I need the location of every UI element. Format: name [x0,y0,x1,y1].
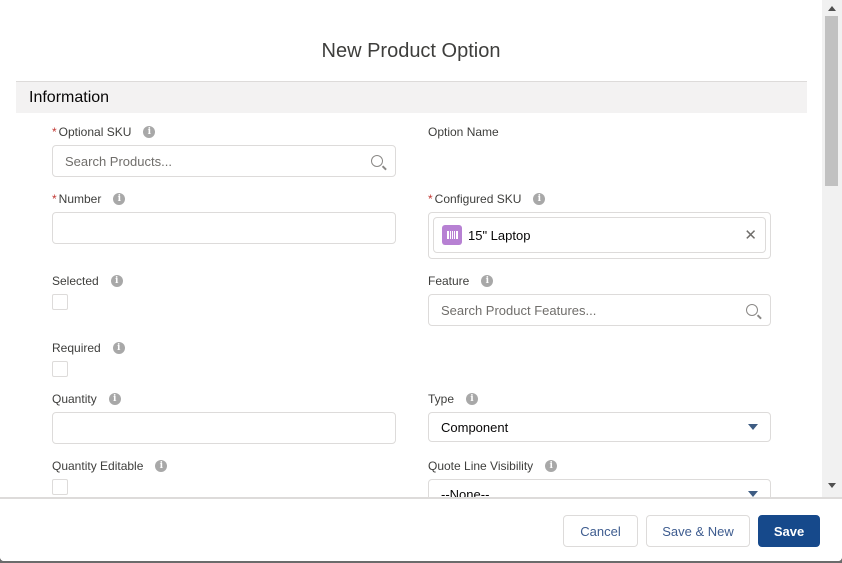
label-text: Selected [52,274,99,288]
close-icon[interactable]: ✕ [744,226,757,244]
optional-sku-label: * Optional SKU i [52,125,156,139]
info-icon[interactable]: i [143,126,156,138]
info-icon[interactable]: i [113,193,126,205]
label-text: Quantity Editable [52,459,144,473]
cancel-button[interactable]: Cancel [563,515,638,547]
required-label: Required i [52,341,125,355]
label-text: Quantity [52,392,97,406]
info-icon[interactable]: i [481,275,494,287]
scroll-up-icon[interactable] [828,6,836,11]
label-text: Quote Line Visibility [428,459,534,473]
number-label: * Number i [52,192,126,206]
modal-footer: Cancel Save & New Save [0,497,842,561]
quantity-editable-checkbox[interactable] [52,479,68,495]
info-icon[interactable]: i [155,460,168,472]
save-button[interactable]: Save [758,515,820,547]
modal-body: New Product Option Information * Optional… [0,0,822,497]
product-icon [442,225,462,245]
number-input[interactable] [52,212,396,244]
selected-value: --None-- [441,487,490,497]
search-icon [371,155,383,167]
new-product-option-modal: New Product Option Information * Optional… [0,0,842,561]
modal-title: New Product Option [321,40,501,62]
scrollbar-thumb[interactable] [825,16,838,186]
feature-label: Feature i [428,274,494,288]
required-checkbox[interactable] [52,361,68,377]
label-text: Required [52,341,101,355]
feature-search-input[interactable]: Search Product Features... [428,294,771,326]
type-label: Type i [428,392,479,406]
label-text: Type [428,392,455,406]
quantity-input[interactable] [52,412,396,444]
info-icon[interactable]: i [110,275,123,287]
placeholder: Search Products... [65,153,172,169]
selected-value: Component [441,419,509,435]
quote-line-visibility-select[interactable]: --None-- [428,479,771,497]
chevron-down-icon [748,424,758,430]
type-select[interactable]: Component [428,412,771,442]
option-name-label: Option Name [428,125,499,139]
label-text: Configured SKU [434,192,522,206]
quote-line-visibility-label: Quote Line Visibility i [428,459,558,473]
configured-sku-label: * Configured SKU i [428,192,546,206]
placeholder: Search Product Features... [441,302,597,318]
search-icon [746,304,758,316]
optional-sku-search-input[interactable]: Search Products... [52,145,396,177]
pill-label: 15" Laptop [468,227,531,243]
info-icon[interactable]: i [466,393,479,405]
selected-label: Selected i [52,274,123,288]
label-text: Feature [428,274,470,288]
section-header-information[interactable]: Information [16,82,807,113]
info-icon[interactable]: i [545,460,558,472]
info-icon[interactable]: i [108,393,121,405]
configured-sku-pill[interactable]: 15" Laptop ✕ [433,217,766,253]
scrollbar[interactable] [822,0,842,497]
label-text: Optional SKU [58,125,132,139]
quantity-label: Quantity i [52,392,121,406]
info-icon[interactable]: i [112,342,125,354]
save-and-new-button[interactable]: Save & New [646,515,750,547]
configured-sku-field: 15" Laptop ✕ [428,212,771,259]
label-text: Number [58,192,102,206]
quantity-editable-label: Quantity Editable i [52,459,168,473]
info-icon[interactable]: i [533,193,546,205]
selected-checkbox[interactable] [52,294,68,310]
scroll-down-icon[interactable] [828,483,836,488]
